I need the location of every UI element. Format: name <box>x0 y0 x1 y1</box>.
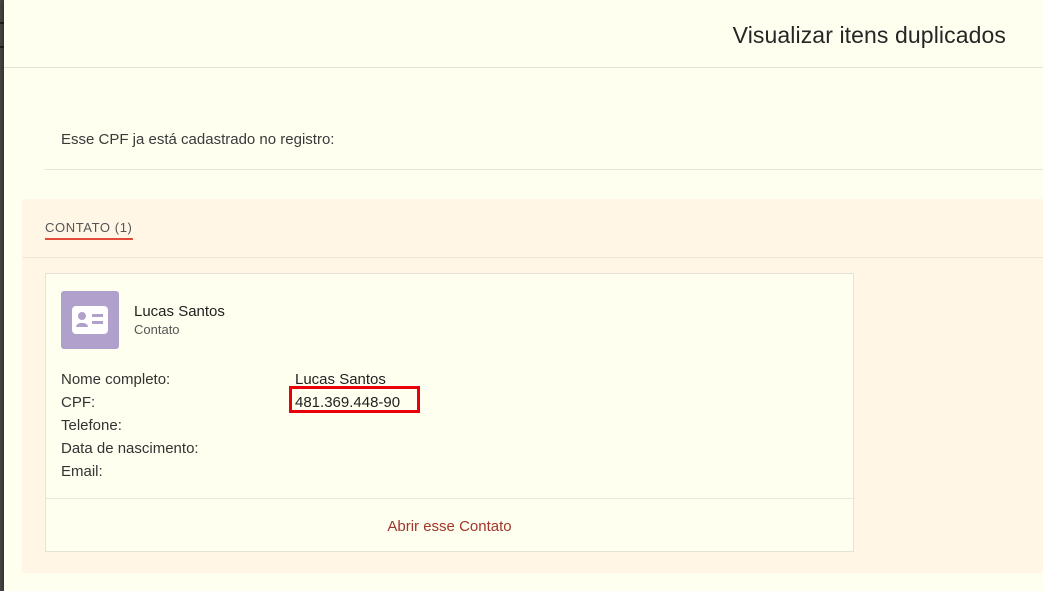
field-label: Nome completo: <box>61 371 171 388</box>
field-row-phone: Telefone: <box>61 417 561 440</box>
field-row-cpf: CPF: 481.369.448-90 <box>61 386 561 417</box>
contact-fields: Nome completo: Lucas Santos CPF: 481.369… <box>61 371 561 486</box>
field-label: CPF: <box>61 394 96 411</box>
cpf-value: 481.369.448-90 <box>295 394 401 411</box>
contacts-section: CONTATO (1) Lucas Santos Contato Nome co… <box>22 199 1043 573</box>
contact-name: Lucas Santos <box>134 303 225 320</box>
contact-card-icon <box>72 306 108 334</box>
duplicate-items-modal: Visualizar itens duplicados Esse CPF ja … <box>4 0 1043 591</box>
divider <box>44 169 1043 170</box>
duplicate-message: Esse CPF ja está cadastrado no registro: <box>61 131 335 148</box>
open-contact-link[interactable]: Abrir esse Contato <box>46 518 853 535</box>
field-label: Data de nascimento: <box>61 440 199 457</box>
modal-header: Visualizar itens duplicados <box>4 0 1043 68</box>
field-label: Email: <box>61 463 103 480</box>
field-row-birthdate: Data de nascimento: <box>61 440 561 463</box>
field-label: Telefone: <box>61 417 122 434</box>
contact-type: Contato <box>134 322 180 337</box>
contact-card: Lucas Santos Contato Nome completo: Luca… <box>45 273 854 552</box>
modal-title: Visualizar itens duplicados <box>732 22 1006 48</box>
avatar <box>61 291 119 349</box>
tab-contato[interactable]: CONTATO (1) <box>45 220 133 240</box>
field-row-email: Email: <box>61 463 561 486</box>
section-header: CONTATO (1) <box>22 199 1043 258</box>
card-footer: Abrir esse Contato <box>46 498 853 552</box>
